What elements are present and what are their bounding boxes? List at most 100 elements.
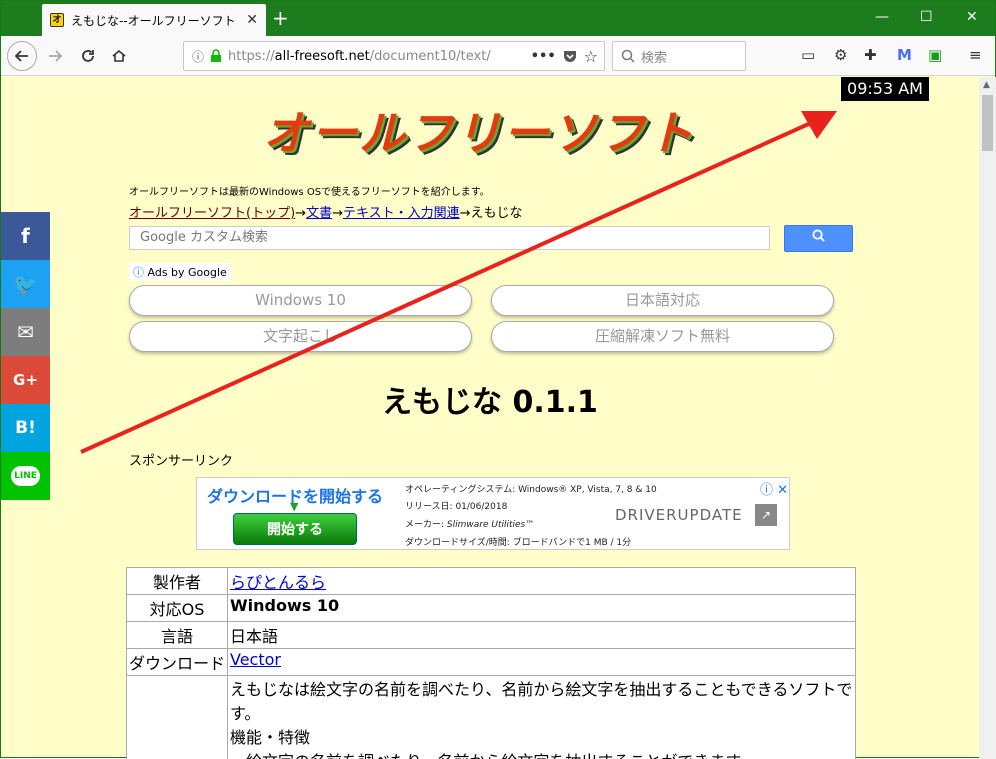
table-key: 言語 [127, 622, 228, 649]
site-tagline: オールフリーソフトは最新のWindows OSで使えるフリーソフトを紹介します。 [129, 183, 490, 198]
share-facebook-button[interactable]: f [1, 212, 50, 260]
sponsor-label: スポンサーリンク [129, 450, 233, 469]
table-value: Vector [228, 649, 856, 676]
address-bar[interactable]: ⓘ https://all-freesoft.net/document10/te… [183, 41, 605, 71]
author-link[interactable]: らぴとんるら [230, 573, 326, 592]
hatena-bookmark-icon: B! [15, 418, 36, 438]
table-value: らぴとんるら [228, 568, 856, 595]
category-pill-transcription[interactable]: 文字起こし [129, 321, 472, 352]
search-icon [621, 49, 635, 63]
site-info-icon[interactable]: ⓘ [192, 48, 204, 65]
facebook-icon: f [21, 224, 30, 248]
reader-view-icon[interactable]: ▭ [801, 46, 815, 64]
ad-brand-logo-icon: ↗ [755, 504, 777, 526]
scroll-up-arrow-icon[interactable]: ▲ [983, 80, 990, 90]
ad-banner[interactable]: ダウンロードを開始する ▼ 開始する オペレーティングシステム: Windows… [196, 477, 790, 550]
url-path: /document10/text/ [370, 49, 491, 64]
forward-arrow-icon [47, 48, 63, 64]
share-googleplus-button[interactable]: G+ [1, 356, 50, 404]
gmail-icon[interactable]: M [897, 46, 912, 64]
ads-by-google-label[interactable]: ⓘ Ads by Google [129, 263, 231, 281]
url-text: https://all-freesoft.net/document10/text… [228, 49, 491, 64]
tab-close-icon[interactable]: ✕ [246, 12, 258, 28]
lock-icon [210, 49, 222, 63]
category-pill-japanese[interactable]: 日本語対応 [491, 285, 834, 316]
ads-info-icon: ⓘ [133, 266, 144, 279]
share-hatena-button[interactable]: B! [1, 404, 50, 452]
forward-button[interactable] [41, 42, 69, 70]
home-button[interactable] [105, 42, 133, 70]
breadcrumb-document-link[interactable]: 文書 [306, 206, 332, 221]
page-content: オールフリーソフト オールフリーソフトは最新のWindows OSで使えるフリー… [1, 77, 979, 759]
ad-size-info: ダウンロードサイズ/時間: ブロードバンドで1 MB / 1分 [405, 535, 631, 548]
ad-close-icon[interactable]: ⓘ ✕ [760, 479, 788, 498]
title-bar: オ えもじな--オールフリーソフト Windo ✕ + — ☐ ✕ [1, 1, 995, 36]
breadcrumb-home-link[interactable]: オールフリーソフト(トップ) [129, 206, 295, 221]
search-icon [812, 229, 825, 242]
table-key [127, 676, 228, 759]
browser-window: オ えもじな--オールフリーソフト Windo ✕ + — ☐ ✕ ⓘ http… [0, 0, 996, 758]
browser-tab[interactable]: オ えもじな--オールフリーソフト Windo ✕ [42, 4, 266, 36]
table-value: 日本語 [228, 622, 856, 649]
page-actions-icon[interactable]: ••• [531, 49, 556, 64]
custom-search-button[interactable] [784, 225, 853, 252]
ad-release-date: リリース日: 01/06/2018 [405, 499, 507, 512]
pocket-icon[interactable] [562, 48, 578, 64]
breadcrumb-text-input-link[interactable]: テキスト・入力関連 [343, 206, 460, 221]
table-row: 言語 日本語 [127, 622, 856, 649]
custom-search-input[interactable]: Google カスタム検索 [129, 226, 770, 250]
back-button[interactable] [7, 41, 37, 71]
close-window-button[interactable]: ✕ [966, 9, 978, 25]
share-line-button[interactable]: LINE [1, 452, 50, 500]
email-icon: ✉ [17, 320, 34, 344]
table-key: ダウンロード [127, 649, 228, 676]
share-email-button[interactable]: ✉ [1, 308, 50, 356]
category-pill-compression[interactable]: 圧縮解凍ソフト無料 [491, 321, 834, 352]
clock-overlay: 09:53 AM [841, 77, 929, 101]
ad-maker: メーカー: Slimware Utilities™ [405, 517, 534, 530]
extension-puzzle-icon[interactable]: ✚ [864, 46, 877, 64]
url-host: all-freesoft.net [275, 49, 370, 64]
tab-title: えもじな--オールフリーソフト Windo [71, 12, 239, 29]
search-bar[interactable]: 検索 [612, 41, 746, 71]
new-tab-button[interactable]: + [272, 7, 289, 29]
software-info-table: 製作者 らぴとんるら 対応OS Windows 10 言語 日本語 ダウンロード… [126, 567, 856, 759]
extension-robot-icon[interactable]: ▣ [928, 46, 942, 64]
line-icon: LINE [11, 466, 40, 486]
gear-icon[interactable]: ⚙ [834, 46, 847, 64]
home-icon [111, 48, 127, 64]
table-key: 製作者 [127, 568, 228, 595]
share-twitter-button[interactable]: 🐦 [1, 260, 50, 308]
ad-maker-value: Slimware Utilities™ [447, 520, 534, 530]
site-logo[interactable]: オールフリーソフト [263, 97, 723, 167]
page-title: えもじな 0.1.1 [1, 377, 979, 421]
reload-icon [80, 48, 96, 64]
ad-maker-label: メーカー: [405, 520, 444, 530]
minimize-button[interactable]: — [875, 9, 889, 25]
ad-down-arrow-icon: ▼ [290, 500, 298, 513]
ad-start-button[interactable]: 開始する [233, 513, 357, 545]
scrollbar-thumb[interactable] [982, 95, 993, 151]
download-link[interactable]: Vector [230, 650, 281, 669]
table-row: ダウンロード Vector [127, 649, 856, 676]
site-favicon-icon: オ [50, 13, 64, 27]
category-pill-windows10[interactable]: Windows 10 [129, 285, 472, 316]
back-arrow-icon [14, 48, 30, 64]
breadcrumb-separator: → [460, 206, 471, 221]
ad-os-info: オペレーティングシステム: Windows® XP, Vista, 7, 8 &… [405, 482, 657, 495]
googleplus-icon: G+ [13, 371, 38, 389]
features-heading: 機能・特徴 [230, 726, 853, 750]
navigation-toolbar: ⓘ https://all-freesoft.net/document10/te… [1, 36, 995, 76]
url-scheme: https:// [228, 49, 275, 64]
breadcrumb-current: えもじな [471, 206, 523, 221]
bookmark-star-icon[interactable]: ☆ [584, 47, 598, 66]
search-placeholder: 検索 [641, 47, 667, 66]
reload-button[interactable] [74, 42, 102, 70]
table-value: えもじなは絵文字の名前を調べたり、名前から絵文字を抽出することもできるソフトです… [228, 676, 856, 759]
menu-hamburger-icon[interactable]: ≡ [969, 46, 982, 64]
maximize-button[interactable]: ☐ [920, 9, 933, 25]
vertical-scrollbar[interactable]: ▲ [979, 77, 996, 759]
table-row: 製作者 らぴとんるら [127, 568, 856, 595]
twitter-icon: 🐦 [13, 272, 38, 296]
breadcrumb-separator: → [295, 206, 306, 221]
